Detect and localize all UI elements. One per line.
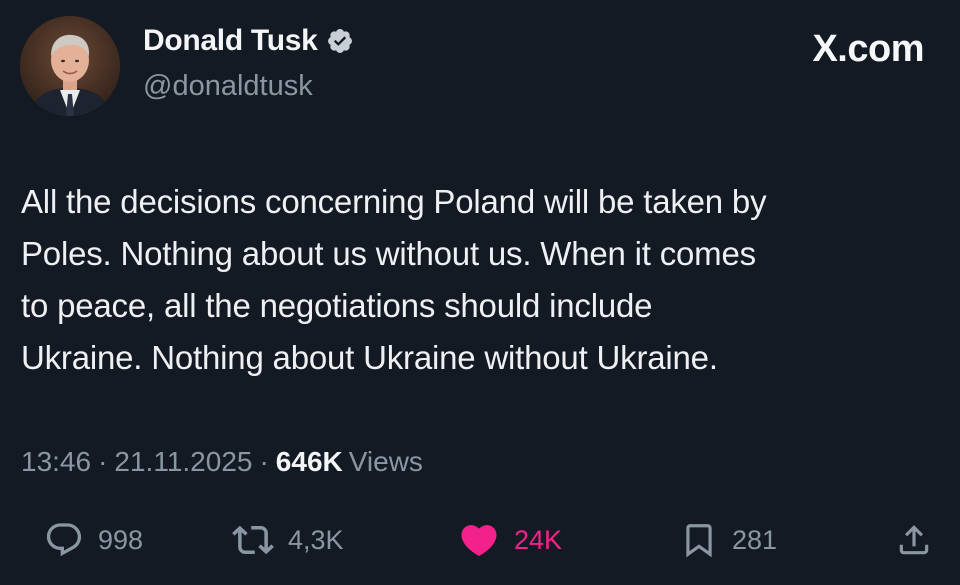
author-handle[interactable]: @donaldtusk: [143, 70, 313, 103]
tweet-text: All the decisions concerning Poland will…: [21, 183, 767, 376]
bookmark-icon: [686, 524, 712, 558]
heart-icon: [461, 525, 497, 557]
reply-button[interactable]: 998: [44, 518, 143, 562]
share-icon: [899, 525, 929, 555]
retweet-icon: [232, 525, 274, 555]
bookmark-count: 281: [732, 524, 778, 555]
views-label: Views: [348, 446, 423, 477]
tweet-card: Donald Tusk @donaldtusk X.com All the de…: [0, 0, 960, 585]
reply-count: 998: [98, 524, 144, 555]
share-button[interactable]: [895, 518, 933, 562]
verified-badge-icon: [326, 27, 354, 55]
meta-separator: ·: [259, 446, 269, 477]
views-count: 646K: [275, 446, 343, 477]
author-name-text[interactable]: Donald Tusk: [143, 24, 318, 58]
profile-photo: [20, 16, 120, 116]
site-brand: X.com: [812, 28, 924, 70]
meta-separator: ·: [98, 446, 108, 477]
tweet-meta: 13:46 · 21.11.2025 · 646K Views: [21, 446, 423, 478]
bookmark-button[interactable]: 281: [680, 518, 777, 562]
reply-icon: [46, 523, 82, 557]
tweet-time[interactable]: 13:46: [21, 446, 91, 478]
retweet-count: 4,3K: [288, 524, 344, 555]
like-count: 24K: [514, 524, 563, 555]
retweet-button[interactable]: 4,3K: [232, 518, 344, 562]
author-name[interactable]: Donald Tusk: [143, 24, 354, 58]
avatar[interactable]: [20, 16, 120, 116]
like-button[interactable]: 24K: [458, 518, 562, 562]
tweet-date[interactable]: 21.11.2025: [114, 446, 252, 478]
